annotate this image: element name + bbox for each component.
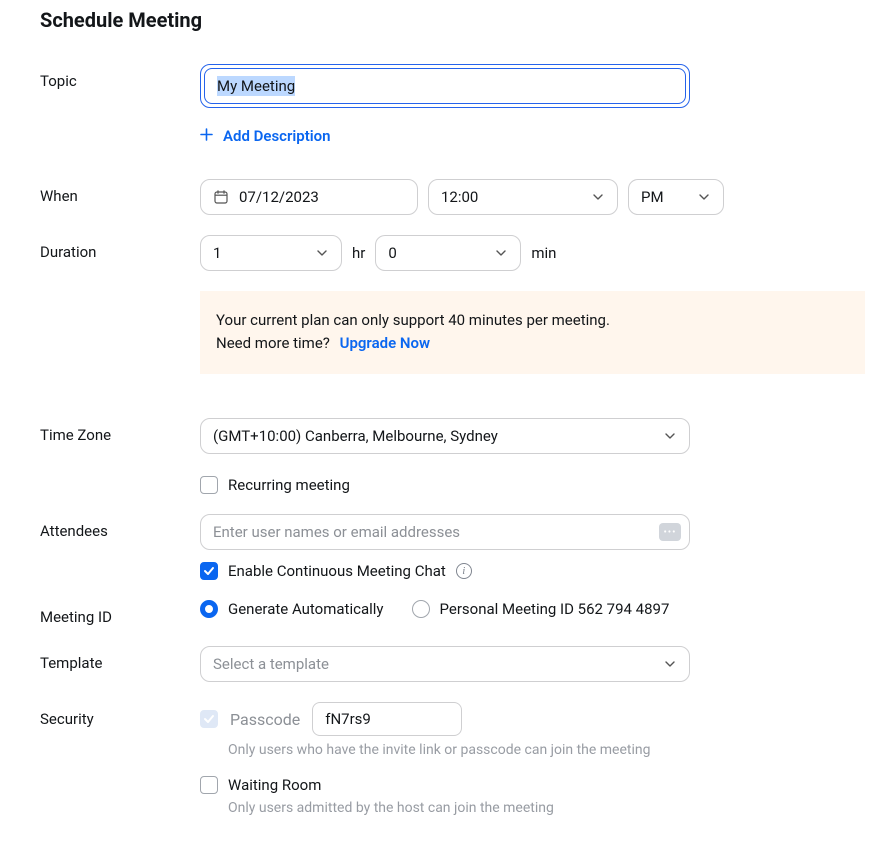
date-value: 07/12/2023: [239, 188, 319, 206]
duration-hours-select[interactable]: 1: [200, 235, 342, 271]
info-icon[interactable]: i: [456, 563, 472, 579]
contacts-icon[interactable]: •••: [659, 523, 681, 541]
passcode-help: Only users who have the invite link or p…: [200, 742, 872, 758]
generate-auto-label: Generate Automatically: [228, 600, 384, 618]
time-value: 12:00: [441, 188, 478, 206]
continuous-chat-label: Enable Continuous Meeting Chat: [228, 562, 446, 580]
time-zone-label: Time Zone: [40, 418, 200, 444]
calendar-icon: [213, 189, 229, 205]
recurring-checkbox[interactable]: [200, 476, 218, 494]
waiting-room-checkbox[interactable]: [200, 776, 218, 794]
template-placeholder: Select a template: [213, 655, 329, 673]
hours-unit: hr: [352, 244, 365, 262]
notice-line2-prefix: Need more time?: [216, 334, 330, 352]
add-description-button[interactable]: Add Description: [200, 127, 331, 145]
plan-notice: Your current plan can only support 40 mi…: [200, 291, 865, 374]
ampm-select[interactable]: PM: [628, 179, 724, 215]
personal-meeting-id-label: Personal Meeting ID 562 794 4897: [440, 600, 670, 618]
chevron-down-icon: [591, 190, 605, 204]
topic-input[interactable]: My Meeting: [204, 68, 686, 104]
chevron-down-icon: [663, 429, 677, 443]
generate-auto-radio[interactable]: Generate Automatically: [200, 600, 384, 618]
recurring-label: Recurring meeting: [228, 476, 350, 494]
chevron-down-icon: [663, 657, 677, 671]
attendees-placeholder: Enter user names or email addresses: [213, 523, 460, 541]
personal-meeting-id-radio[interactable]: Personal Meeting ID 562 794 4897: [412, 600, 670, 618]
waiting-room-help: Only users admitted by the host can join…: [200, 800, 872, 816]
topic-label: Topic: [40, 64, 200, 90]
plus-icon: [200, 128, 213, 144]
security-label: Security: [40, 702, 200, 728]
waiting-room-label: Waiting Room: [228, 776, 321, 794]
add-description-label: Add Description: [223, 127, 331, 145]
when-label: When: [40, 179, 200, 205]
duration-minutes-value: 0: [388, 244, 396, 262]
topic-input-wrapper: My Meeting: [200, 64, 690, 108]
meeting-id-label: Meeting ID: [40, 600, 200, 626]
attendees-input[interactable]: Enter user names or email addresses •••: [200, 514, 690, 550]
passcode-label: Passcode: [230, 710, 300, 729]
chevron-down-icon: [494, 246, 508, 260]
date-input[interactable]: 07/12/2023: [200, 179, 418, 215]
passcode-value: fN7rs9: [325, 710, 371, 728]
time-zone-value: (GMT+10:00) Canberra, Melbourne, Sydney: [213, 427, 498, 445]
chevron-down-icon: [697, 190, 711, 204]
duration-label: Duration: [40, 235, 200, 261]
template-label: Template: [40, 646, 200, 672]
time-zone-select[interactable]: (GMT+10:00) Canberra, Melbourne, Sydney: [200, 418, 690, 454]
minutes-unit: min: [531, 244, 556, 262]
duration-minutes-select[interactable]: 0: [375, 235, 521, 271]
topic-input-value: My Meeting: [217, 76, 295, 96]
duration-hours-value: 1: [213, 244, 221, 262]
notice-line1: Your current plan can only support 40 mi…: [216, 309, 849, 332]
ampm-value: PM: [641, 188, 664, 206]
page-title: Schedule Meeting: [40, 8, 872, 32]
upgrade-now-link[interactable]: Upgrade Now: [340, 334, 430, 352]
continuous-chat-checkbox[interactable]: [200, 562, 218, 580]
time-select[interactable]: 12:00: [428, 179, 618, 215]
radio-icon: [412, 600, 430, 618]
chevron-down-icon: [315, 246, 329, 260]
attendees-label: Attendees: [40, 514, 200, 540]
passcode-checkbox[interactable]: [200, 710, 218, 728]
template-select[interactable]: Select a template: [200, 646, 690, 682]
passcode-input[interactable]: fN7rs9: [312, 702, 462, 736]
radio-icon: [200, 600, 218, 618]
